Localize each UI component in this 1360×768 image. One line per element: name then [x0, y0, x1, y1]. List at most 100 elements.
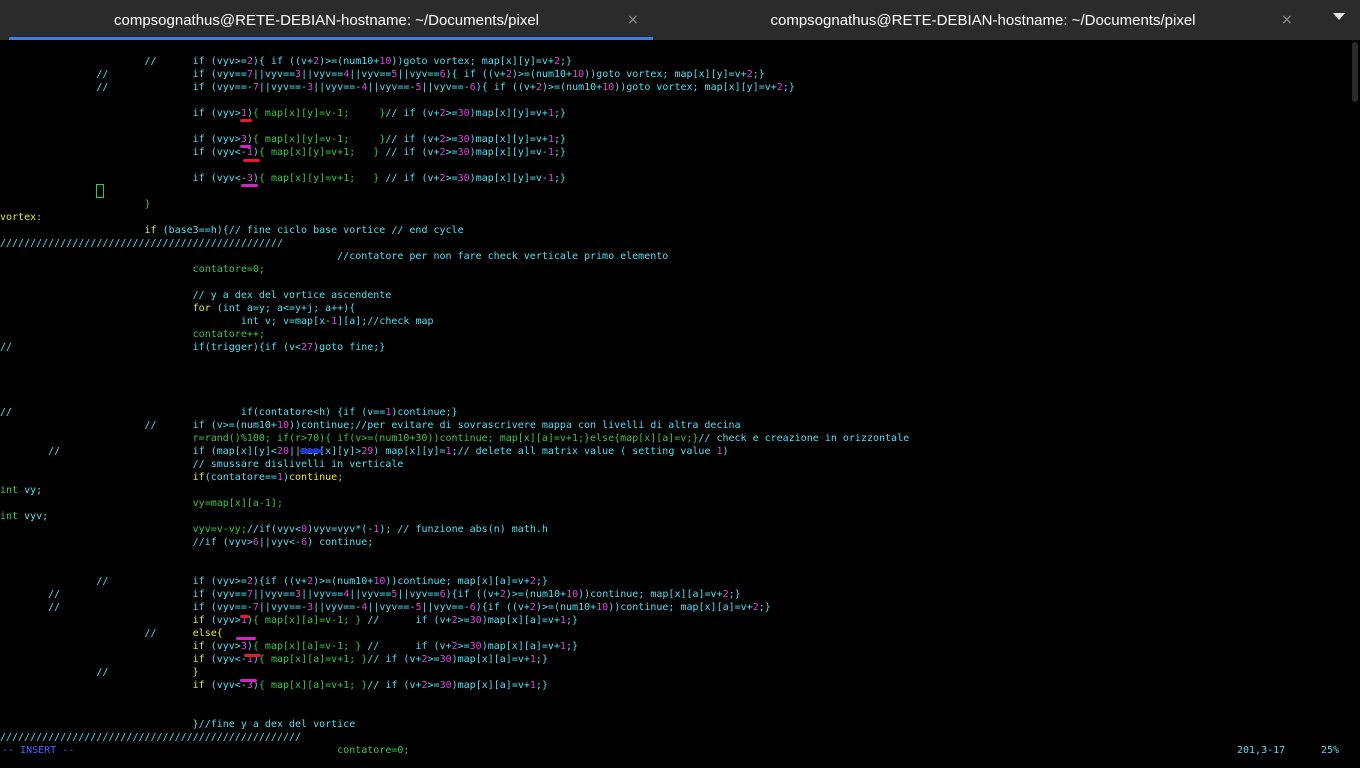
scrollbar-thumb[interactable]	[1352, 42, 1358, 102]
code-token: ){if ((v+	[475, 602, 530, 613]
code-token: // if (vyv==-	[0, 602, 253, 613]
code-line[interactable]: if (vyv<-1){ map[x][a]=v+1; }// if (v+2>…	[0, 653, 548, 666]
code-line[interactable]: vy=map[x][a-1];	[0, 497, 283, 510]
code-line[interactable]: contatore=0;	[0, 263, 265, 276]
code-token: // if (vyv>=	[0, 576, 247, 587]
code-line[interactable]: contatore++;	[0, 328, 265, 341]
code-token: 30	[469, 615, 482, 626]
code-token: ||vyv<-	[258, 537, 302, 548]
code-line[interactable]: // if (vyv>=2){if ((v+2)>=(num10+10))con…	[0, 575, 548, 588]
code-line[interactable]: // smussare dislivelli in verticale	[0, 458, 404, 471]
code-token: (contatore==	[204, 472, 277, 483]
code-line[interactable]: ////////////////////////////////////////…	[0, 237, 283, 250]
cursor-position: 201,3-17	[1237, 745, 1286, 756]
code-token: ||vyv==	[397, 69, 440, 80]
annotation-mark	[243, 159, 260, 162]
code-token: (vyv<-	[204, 654, 247, 665]
code-token: contatore=0;	[337, 745, 410, 756]
code-token: ))continue; map[x][a]=v+	[385, 576, 530, 587]
close-icon[interactable]: ×	[1281, 12, 1293, 28]
code-token: if	[192, 641, 205, 652]
code-token: ;}	[553, 173, 567, 184]
code-token: //if(vyv<	[246, 524, 302, 535]
code-line[interactable]: int vyv;	[0, 510, 48, 523]
code-line[interactable]: if (base3==h){// fine ciclo base vortice…	[0, 224, 464, 237]
code-token: ||vyv==	[349, 69, 392, 80]
code-line[interactable]: r=rand()%100; if(r>70){ if(v>=(num10+30)…	[0, 432, 909, 445]
code-token: ||vyv==-	[258, 602, 308, 613]
code-line[interactable]: if (vyv>1){ map[x][y]=v-1; }// if (v+2>=…	[0, 107, 566, 120]
code-token: { map[x][a]=v-1; }	[252, 641, 362, 652]
code-line[interactable]: //if (vyv>6||vyv<-6) continue;	[0, 536, 374, 549]
code-token: )>=(num10+	[313, 576, 374, 587]
code-line[interactable]: // y a dex del vortice ascendente	[0, 289, 392, 302]
code-token: vy;	[18, 485, 43, 496]
code-token: for	[192, 303, 211, 314]
code-line[interactable]: }//fine y a dex del vortice	[0, 718, 356, 731]
code-token: // if (v+	[361, 641, 452, 652]
code-token: // if(trigger){if (v<	[0, 342, 302, 353]
annotation-mark	[244, 654, 261, 657]
code-line[interactable]: vortex:	[0, 211, 42, 224]
code-token: ); // funzione abs(n) math.h	[379, 524, 548, 535]
code-line[interactable]: // if(trigger){if (v<27)goto fine;}	[0, 341, 385, 354]
annotation-mark	[240, 679, 257, 682]
code-token: )map[x][a]=v+	[481, 641, 560, 652]
code-token: >=	[445, 134, 458, 145]
code-token: >=	[427, 680, 440, 691]
code-line[interactable]: int v; v=map[x-1][a];//check map	[0, 315, 434, 328]
chevron-down-icon[interactable]	[1333, 13, 1345, 20]
code-line[interactable]: }	[0, 198, 151, 211]
code-token: ||vyv==	[301, 589, 344, 600]
code-token: )continue;}	[391, 407, 458, 418]
code-line[interactable]: // if (map[x][y]<20||map[x][y]>29) map[x…	[0, 445, 728, 458]
code-token: ;}	[553, 108, 567, 119]
code-line[interactable]: //contatore per non fare check verticale…	[0, 250, 668, 263]
code-token: // smussare dislivelli in verticale	[0, 459, 404, 470]
code-token: if (vyv<-	[0, 147, 247, 158]
code-line[interactable]: // }	[0, 666, 198, 679]
code-line[interactable]: // if(contatore<h) {if (v==1)continue;}	[0, 406, 458, 419]
scrollbar[interactable]	[1348, 40, 1360, 768]
code-token: )map[x][y]=v+	[469, 134, 548, 145]
code-line[interactable]: if (vyv<-1){ map[x][y]=v+1; } // if (v+2…	[0, 146, 566, 159]
code-token: (vyv>	[204, 641, 241, 652]
annotation-mark	[300, 449, 322, 453]
code-token: )>=(num10+	[535, 602, 597, 613]
code-line[interactable]: // if (v>=(num10+10))continue;//per evit…	[0, 419, 740, 432]
code-line[interactable]: if (vyv>1){ map[x][a]=v-1; } // if (v+2>…	[0, 614, 578, 627]
code-token: 10	[596, 602, 609, 613]
code-line[interactable]: if (vyv>3){ map[x][y]=v-1; }// if (v+2>=…	[0, 133, 566, 146]
tab-terminal-1[interactable]: compsognathus@RETE-DEBIAN-hostname: ~/Do…	[0, 0, 653, 40]
code-line[interactable]: int vy;	[0, 484, 42, 497]
code-line[interactable]: vyv=v-vy;//if(vyv<0)vyv=vyv*(-1); // fun…	[0, 523, 548, 536]
code-line[interactable]: // if (vyv==-7||vyv==-3||vyv==-4||vyv==-…	[0, 81, 795, 94]
code-line[interactable]: if (vyv<-3){ map[x][a]=v+1; }// if (v+2>…	[0, 679, 548, 692]
code-line[interactable]: // if (vyv==-7||vyv==-3||vyv==-4||vyv==-…	[0, 601, 771, 614]
code-line[interactable]: if(contatore==1)continue;	[0, 471, 344, 484]
code-line[interactable]: if (vyv>3){ map[x][a]=v-1; } // if (v+2>…	[0, 640, 578, 653]
tab-terminal-2[interactable]: compsognathus@RETE-DEBIAN-hostname: ~/Do…	[653, 0, 1313, 40]
code-token: if	[144, 225, 157, 236]
code-line[interactable]: // if (vyv==7||vyv==3||vyv==4||vyv==5||v…	[0, 68, 764, 81]
code-line[interactable]: // if (vyv>=2){ if ((v+2)>=(num10+10))go…	[0, 55, 572, 68]
close-icon[interactable]: ×	[627, 12, 639, 28]
code-token: { map[x][y]=v-1; }	[252, 108, 386, 119]
code-token: ||vyv==-	[421, 602, 470, 613]
code-token: }//fine y a dex del vortice	[0, 719, 356, 730]
code-line[interactable]: for (int a=y; a<=y+j; a++){	[0, 302, 356, 315]
code-line[interactable]: // else{	[0, 627, 222, 640]
code-line[interactable]: ////////////////////////////////////////…	[0, 731, 301, 744]
code-line[interactable]: if (vyv<-3){ map[x][y]=v+1; } // if (v+2…	[0, 172, 566, 185]
code-token: 10	[566, 589, 579, 600]
code-token: // if (vyv>=	[0, 56, 247, 67]
code-token: int	[0, 485, 19, 496]
code-line[interactable]: // if (vyv==7||vyv==3||vyv==4||vyv==5||v…	[0, 588, 741, 601]
vim-mode-indicator: -- INSERT --	[2, 745, 75, 756]
